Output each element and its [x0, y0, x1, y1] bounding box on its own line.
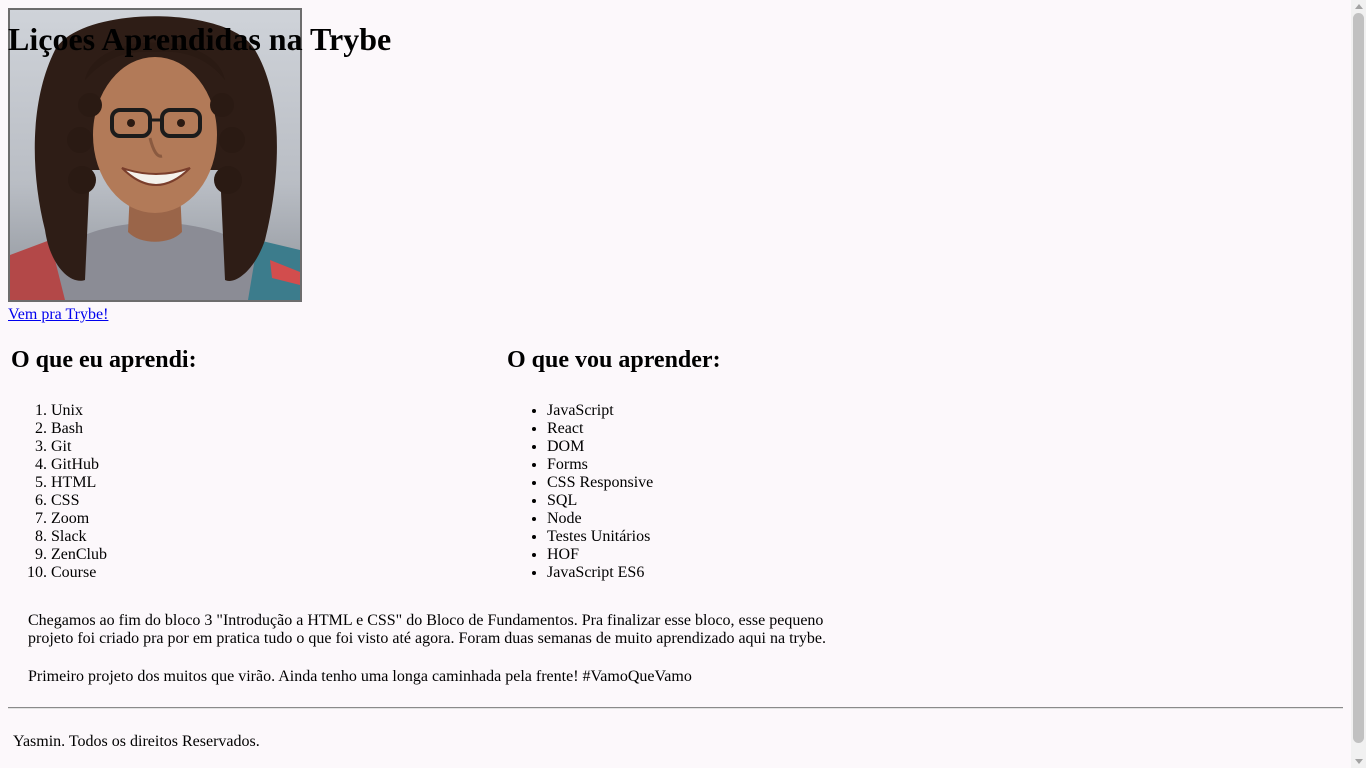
footer: Yasmin. Todos os direitos Reservados. — [13, 733, 260, 750]
to-learn-section: O que vou aprender: JavaScript React DOM… — [507, 345, 721, 582]
to-learn-item: React — [547, 420, 721, 438]
learned-section: O que eu aprendi: Unix Bash Git GitHub H… — [11, 345, 197, 582]
to-learn-item: Node — [547, 510, 721, 528]
learned-item: GitHub — [51, 456, 197, 474]
to-learn-item: Forms — [547, 456, 721, 474]
description-paragraph: Primeiro projeto dos muitos que virão. A… — [28, 668, 692, 685]
page: Liçoes Aprendidas na Trybe Vem pra Trybe… — [0, 0, 1351, 768]
divider — [8, 707, 1343, 709]
page-title: Liçoes Aprendidas na Trybe — [8, 21, 392, 57]
learned-item: Unix — [51, 402, 197, 420]
trybe-link[interactable]: Vem pra Trybe! — [8, 305, 108, 324]
to-learn-item: CSS Responsive — [547, 474, 721, 492]
to-learn-heading: O que vou aprender: — [507, 347, 721, 373]
scroll-down-arrow-icon[interactable] — [1355, 759, 1363, 764]
to-learn-item: DOM — [547, 438, 721, 456]
scrollbar-thumb[interactable] — [1353, 13, 1364, 743]
learned-item: Zoom — [51, 510, 197, 528]
learned-item: CSS — [51, 492, 197, 510]
scroll-up-arrow-icon[interactable] — [1355, 4, 1363, 9]
learned-item: Git — [51, 438, 197, 456]
to-learn-item: HOF — [547, 546, 721, 564]
learned-item: HTML — [51, 474, 197, 492]
learned-heading: O que eu aprendi: — [11, 347, 197, 373]
to-learn-item: JavaScript ES6 — [547, 564, 721, 582]
learned-list: Unix Bash Git GitHub HTML CSS Zoom Slack… — [11, 402, 197, 582]
description: Chegamos ao fim do bloco 3 "Introdução a… — [28, 612, 838, 686]
learned-item: ZenClub — [51, 546, 197, 564]
learned-item: Course — [51, 564, 197, 582]
to-learn-item: Testes Unitários — [547, 528, 721, 546]
to-learn-item: JavaScript — [547, 402, 721, 420]
learned-item: Bash — [51, 420, 197, 438]
vertical-scrollbar[interactable] — [1351, 0, 1366, 768]
learned-item: Slack — [51, 528, 197, 546]
description-paragraph: Chegamos ao fim do bloco 3 "Introdução a… — [28, 612, 826, 647]
to-learn-list: JavaScript React DOM Forms CSS Responsiv… — [507, 402, 721, 582]
to-learn-item: SQL — [547, 492, 721, 510]
